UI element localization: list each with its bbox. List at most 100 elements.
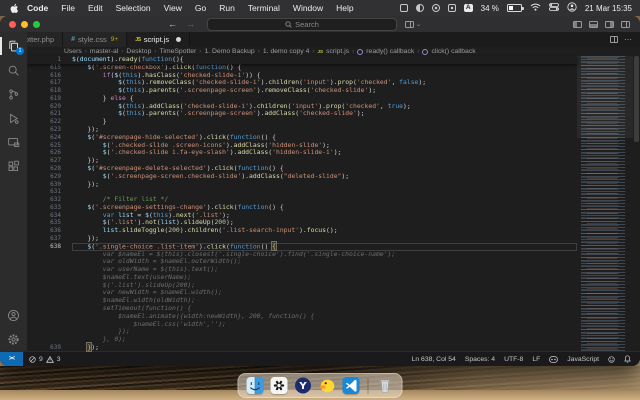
code-line-621[interactable]: 621 $(this).parents('.screenpage-screen'… [27, 110, 577, 118]
menubar-status-area: A 34 % 21 Mar 15:35 [400, 2, 640, 14]
toggle-panel-icon[interactable] [589, 21, 598, 28]
toggle-secondary-sidebar-icon[interactable] [605, 21, 614, 28]
menu-go[interactable]: Go [195, 3, 206, 13]
copilot-icon[interactable] [549, 356, 558, 363]
zoom-window-button[interactable] [33, 21, 40, 28]
problems-indicator[interactable]: 9 3 [29, 356, 61, 363]
breadcrumb-item[interactable]: master-al [90, 48, 118, 55]
back-button[interactable]: ← [168, 20, 177, 29]
customize-layout-icon[interactable] [621, 21, 630, 28]
menu-terminal[interactable]: Terminal [248, 3, 280, 13]
toggle-sidebar-icon[interactable] [573, 21, 582, 28]
feedback-smiley-icon[interactable] [608, 356, 615, 363]
search-icon[interactable] [0, 58, 27, 82]
line-number: 636 [27, 227, 72, 235]
tab-problems-badge: 9+ [111, 36, 118, 43]
tabs: spotter.php#style.css9+JSscript.js [0, 32, 190, 47]
tab-script.js[interactable]: JSscript.js [127, 32, 190, 47]
modified-dot-icon[interactable] [176, 37, 181, 42]
code-line-639[interactable]: 639 }); [27, 344, 577, 352]
menu-file[interactable]: File [61, 3, 75, 13]
menubar-clock[interactable]: 21 Mar 15:35 [585, 4, 632, 13]
vscode-titlebar[interactable]: ← → Search ⌄ [0, 16, 640, 32]
wifi-icon[interactable] [530, 3, 541, 13]
breadcrumb-item[interactable]: TimeSpotter [160, 48, 197, 55]
search-icon [285, 21, 292, 28]
vscode-window: ← → Search ⌄ spotter.php#style.css9+JSsc… [0, 16, 640, 366]
settings-gear-icon[interactable] [0, 327, 27, 351]
cloud-sync-icon[interactable]: ⌄ [405, 21, 421, 28]
code-line-636[interactable]: 636 list.slideToggle(200).children('.lis… [27, 227, 577, 235]
menu-help[interactable]: Help [336, 3, 353, 13]
extensions-icon[interactable] [0, 154, 27, 178]
line-number: 616 [27, 72, 72, 80]
user-icon[interactable] [567, 2, 577, 14]
breadcrumb-item[interactable]: Desktop [126, 48, 151, 55]
tab-label: script.js [144, 35, 169, 44]
explorer-badge: 1 [16, 47, 24, 55]
minimize-window-button[interactable] [21, 21, 28, 28]
breadcrumb-item[interactable]: Users [64, 48, 82, 55]
sticky-scroll-line[interactable]: 1$(document).ready(function(){ [27, 56, 577, 64]
split-editor-icon[interactable] [610, 36, 618, 43]
tab-style.css[interactable]: #style.css9+ [63, 32, 127, 47]
menu-extra-icon[interactable] [448, 4, 456, 12]
menu-extra-icon[interactable] [400, 4, 408, 12]
notifications-bell-icon[interactable] [624, 355, 631, 363]
explorer-icon[interactable]: 1 [0, 34, 27, 58]
menu-extra-icon[interactable] [416, 4, 424, 12]
macos-dock: Y [238, 373, 403, 398]
code-lines[interactable]: 615 $('.screen-checkbox').click(function… [27, 64, 577, 352]
eol-sequence[interactable]: LF [532, 356, 540, 363]
menu-extra-icon[interactable] [432, 4, 440, 12]
run-debug-icon[interactable] [0, 106, 27, 130]
menu-edit[interactable]: Edit [88, 3, 103, 13]
more-actions-icon[interactable]: ⋯ [624, 35, 632, 44]
indentation[interactable]: Spaces: 4 [465, 356, 495, 363]
forward-button[interactable]: → [186, 20, 195, 29]
breadcrumb-separator: › [352, 48, 354, 55]
chatgpt-dock-icon[interactable] [271, 377, 288, 394]
language-mode[interactable]: JavaScript [567, 356, 599, 363]
battery-icon[interactable] [507, 4, 522, 12]
yandex-browser-dock-icon[interactable]: Y [295, 377, 312, 394]
line-number: 630 [27, 181, 72, 189]
line-number [27, 282, 72, 290]
code-line-629[interactable]: 629 $('.screenpage-screen.checked-slide'… [27, 173, 577, 181]
vscode-dock-icon[interactable] [343, 377, 360, 394]
code-editor[interactable]: 1$(document).ready(function(){ 615 $('.s… [27, 56, 577, 351]
breadcrumb-item[interactable]: click() callback [431, 48, 475, 55]
menu-code[interactable]: Code [27, 3, 48, 13]
code-text: }); [72, 328, 577, 336]
code-line-630[interactable]: 630 }); [27, 181, 577, 189]
breadcrumb-item[interactable]: script.js [326, 48, 349, 55]
code-line-622[interactable]: 622 } [27, 118, 577, 126]
remote-explorer-icon[interactable] [0, 130, 27, 154]
menu-selection[interactable]: Selection [116, 3, 151, 13]
breadcrumb-item[interactable]: 1. Demo Backup [204, 48, 254, 55]
breadcrumb-item[interactable]: 1. demo copy 4 [263, 48, 309, 55]
cursor-position[interactable]: Ln 638, Col 54 [412, 356, 456, 363]
control-center-icon[interactable] [549, 3, 559, 13]
code-line-626[interactable]: 626 $('.checked-slide i.fa-eye-slash').a… [27, 149, 577, 157]
apple-menu-icon[interactable] [10, 3, 19, 14]
trash-dock-icon[interactable] [377, 377, 394, 394]
accounts-icon[interactable] [0, 303, 27, 327]
menu-run[interactable]: Run [219, 3, 235, 13]
remote-indicator[interactable]: >< [0, 352, 23, 366]
finder-dock-icon[interactable] [247, 377, 264, 394]
minimap[interactable] [577, 56, 633, 351]
ghost-suggestion-line[interactable]: }, 0); [27, 336, 577, 344]
line-number [27, 328, 72, 336]
source-control-icon[interactable] [0, 82, 27, 106]
input-source-badge[interactable]: A [464, 4, 473, 12]
editor-scrollbar[interactable] [633, 56, 640, 351]
sticky-line[interactable]: 1$(document).ready(function(){ [27, 56, 577, 64]
breadcrumb-item[interactable]: ready() callback [366, 48, 414, 55]
encoding[interactable]: UTF-8 [504, 356, 523, 363]
menu-view[interactable]: View [164, 3, 182, 13]
close-window-button[interactable] [9, 21, 16, 28]
duck-dock-icon[interactable] [319, 377, 336, 394]
menu-window[interactable]: Window [293, 3, 323, 13]
command-center-search[interactable]: Search [207, 18, 397, 31]
